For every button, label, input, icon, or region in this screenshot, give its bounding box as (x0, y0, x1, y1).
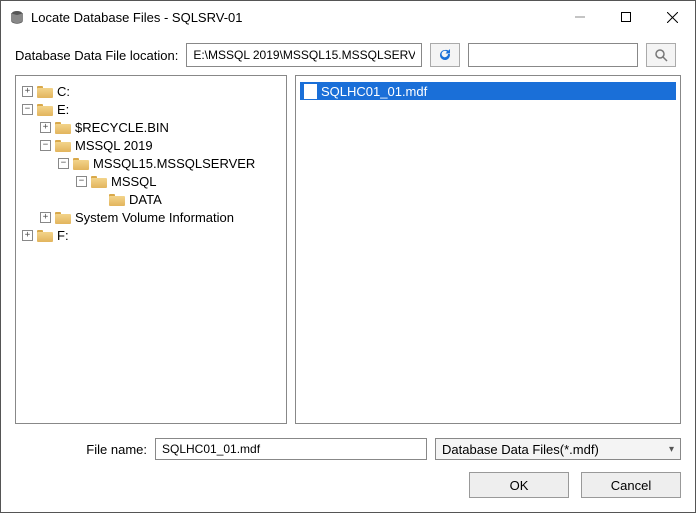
folder-icon (55, 121, 71, 134)
collapse-icon[interactable]: − (22, 104, 33, 115)
search-button[interactable] (646, 43, 676, 67)
tree-label: MSSQL15.MSSQLSERVER (93, 156, 255, 171)
close-button[interactable] (649, 1, 695, 33)
tree-node-c[interactable]: + C: (20, 82, 282, 100)
tree-node-data[interactable]: DATA (20, 190, 282, 208)
expand-icon[interactable]: + (22, 230, 33, 241)
folder-icon (91, 175, 107, 188)
tree-node-sysvol[interactable]: + System Volume Information (20, 208, 282, 226)
titlebar: Locate Database Files - SQLSRV-01 (1, 1, 695, 33)
folder-icon (109, 193, 125, 206)
chevron-down-icon: ▾ (669, 444, 674, 455)
ok-button[interactable]: OK (469, 472, 569, 498)
folder-icon (37, 85, 53, 98)
window-title: Locate Database Files - SQLSRV-01 (31, 10, 243, 25)
expand-icon[interactable]: + (40, 212, 51, 223)
tree-label: E: (57, 102, 69, 117)
folder-tree[interactable]: + C: − E: (15, 75, 287, 424)
search-input[interactable] (468, 43, 638, 67)
filetype-filter[interactable]: Database Data Files(*.mdf) ▾ (435, 438, 681, 460)
folder-icon (55, 139, 71, 152)
file-icon (304, 84, 317, 99)
tree-node-mssql[interactable]: − MSSQL (20, 172, 282, 190)
minimize-button[interactable] (557, 1, 603, 33)
tree-label: $RECYCLE.BIN (75, 120, 169, 135)
collapse-icon[interactable]: − (58, 158, 69, 169)
tree-label: MSSQL 2019 (75, 138, 153, 153)
folder-icon (37, 103, 53, 116)
tree-label: System Volume Information (75, 210, 234, 225)
tree-label: C: (57, 84, 70, 99)
folder-icon (73, 157, 89, 170)
expand-icon[interactable]: + (22, 86, 33, 97)
tree-node-mssql15[interactable]: − MSSQL15.MSSQLSERVER (20, 154, 282, 172)
tree-node-mssql2019[interactable]: − MSSQL 2019 (20, 136, 282, 154)
tree-node-e[interactable]: − E: (20, 100, 282, 118)
cancel-button[interactable]: Cancel (581, 472, 681, 498)
tree-label: F: (57, 228, 69, 243)
location-label: Database Data File location: (15, 48, 178, 63)
location-input[interactable] (186, 43, 422, 67)
tree-label: DATA (129, 192, 162, 207)
folder-icon (37, 229, 53, 242)
main-area: + C: − E: (1, 75, 695, 432)
folder-icon (55, 211, 71, 224)
tree-label: MSSQL (111, 174, 157, 189)
tree-node-recycle[interactable]: + $RECYCLE.BIN (20, 118, 282, 136)
filename-label: File name: (15, 442, 147, 457)
bottom-panel: File name: Database Data Files(*.mdf) ▾ … (1, 432, 695, 512)
database-icon (9, 9, 25, 25)
refresh-button[interactable] (430, 43, 460, 67)
collapse-icon[interactable]: − (76, 176, 87, 187)
file-name: SQLHC01_01.mdf (321, 84, 427, 99)
tree-node-f[interactable]: + F: (20, 226, 282, 244)
filter-selected: Database Data Files(*.mdf) (442, 442, 599, 457)
file-list[interactable]: SQLHC01_01.mdf (295, 75, 681, 424)
expand-icon[interactable]: + (40, 122, 51, 133)
collapse-icon[interactable]: − (40, 140, 51, 151)
filename-input[interactable] (155, 438, 427, 460)
list-item[interactable]: SQLHC01_01.mdf (300, 82, 676, 100)
maximize-button[interactable] (603, 1, 649, 33)
dialog-window: Locate Database Files - SQLSRV-01 Databa… (0, 0, 696, 513)
location-row: Database Data File location: (1, 33, 695, 75)
